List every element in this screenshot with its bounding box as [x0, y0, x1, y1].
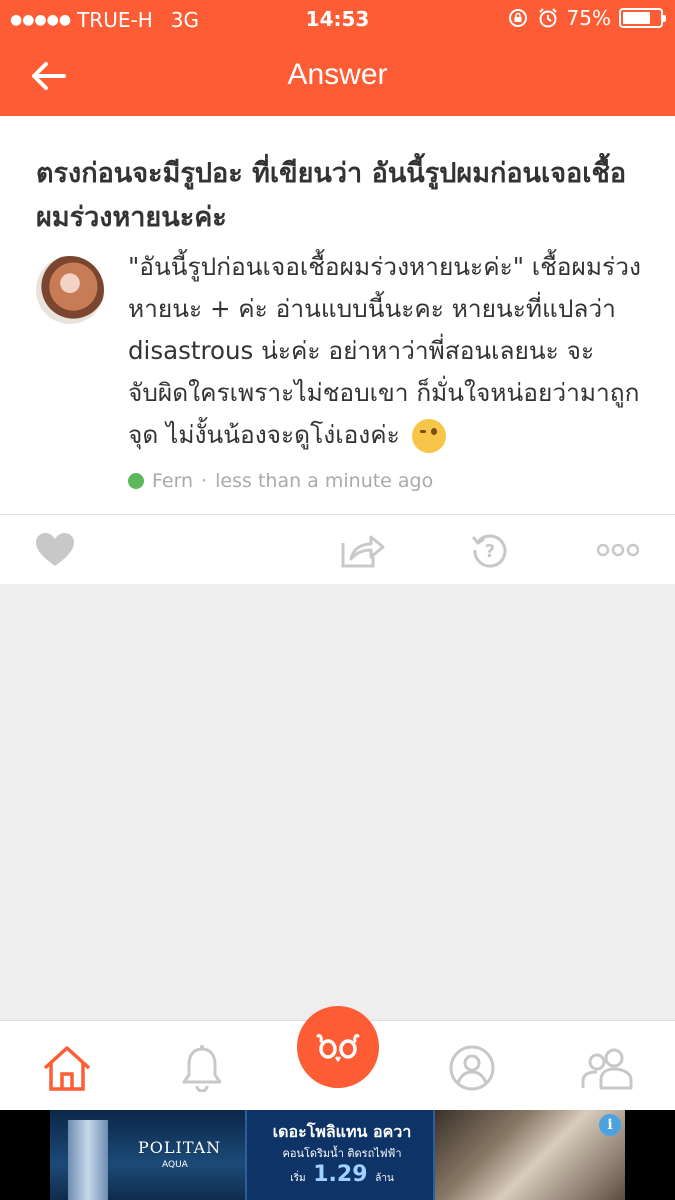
battery-level [623, 12, 650, 24]
more-button[interactable] [588, 515, 648, 585]
tab-profile[interactable] [437, 1033, 507, 1103]
ad-brand-panel: POLITAN AQUA [50, 1110, 245, 1200]
svg-text:?: ? [485, 541, 495, 562]
app-header: ●●●●● TRUE-H 3G 14:53 75% Answer [0, 0, 675, 116]
battery-percent: 75% [566, 6, 611, 30]
mascot-icon [316, 1034, 360, 1062]
answer-card: ตรงก่อนจะมีรูปอะ ที่เขียนว่า อันนี้รูปผม… [0, 116, 675, 514]
status-bar: ●●●●● TRUE-H 3G 14:53 75% [0, 0, 675, 38]
home-icon [43, 1046, 91, 1091]
ad-subline: คอนโดริมน้ำ ติดรถไฟฟ้า [282, 1147, 402, 1160]
ad-brand: POLITAN [138, 1138, 222, 1157]
heart-icon [36, 533, 74, 566]
ad-banner[interactable]: POLITAN AQUA เดอะโพลิแทน อควา คอนโดริมน้… [50, 1110, 625, 1200]
winking-face-icon [411, 419, 446, 453]
ad-price-row: เริ่ม 1.29 ล้าน [247, 1162, 437, 1187]
bell-icon [182, 1045, 222, 1092]
ad-banner-area: POLITAN AQUA เดอะโพลิแทน อควา คอนโดริมน้… [0, 1110, 675, 1200]
online-status-dot [128, 473, 144, 489]
page-title: Answer [287, 58, 388, 91]
history-icon: ? [471, 534, 507, 568]
answer-body: "อันนี้รูปก่อนเจอเชื้อผมร่วงหายนะค่ะ" เช… [128, 246, 648, 456]
ad-building-image [68, 1120, 108, 1200]
ad-brand-sub: AQUA [162, 1160, 188, 1170]
time-ago: less than a minute ago [215, 470, 434, 492]
share-button[interactable] [332, 515, 392, 585]
ad-price-prefix: เริ่ม [290, 1173, 306, 1184]
history-button[interactable]: ? [460, 515, 520, 585]
tab-notifications[interactable] [167, 1033, 237, 1103]
question-text: ตรงก่อนจะมีรูปอะ ที่เขียนว่า อันนี้รูปผม… [36, 158, 627, 233]
share-icon [341, 535, 385, 568]
ad-info-icon[interactable]: i [599, 1114, 621, 1136]
like-button[interactable] [25, 515, 85, 585]
ad-headline: เดอะโพลิแทน อควา [272, 1122, 412, 1141]
action-bar: ? [0, 514, 675, 584]
ad-text-panel: เดอะโพลิแทน อควา คอนโดริมน้ำ ติดรถไฟฟ้า … [245, 1110, 435, 1200]
friends-icon [581, 1048, 633, 1090]
avatar[interactable] [36, 256, 104, 324]
answer-meta: Fern · less than a minute ago [128, 470, 433, 492]
meta-separator: · [201, 470, 208, 492]
ad-price: 1.29 [313, 1162, 368, 1187]
profile-icon [449, 1045, 495, 1091]
tab-mascot[interactable] [297, 1006, 379, 1088]
answer-text: "อันนี้รูปก่อนเจอเชื้อผมร่วงหายนะค่ะ" เช… [128, 252, 641, 449]
battery-icon [619, 8, 666, 28]
alarm-icon [538, 8, 557, 28]
author-name[interactable]: Fern [152, 470, 193, 492]
ad-interior-image: i [435, 1110, 625, 1200]
ad-price-suffix: ล้าน [375, 1173, 394, 1184]
status-right: 75% [507, 6, 666, 30]
more-icon [597, 543, 639, 557]
tab-home[interactable] [32, 1033, 102, 1103]
nav-bar: Answer [0, 38, 675, 116]
tab-friends[interactable] [572, 1033, 642, 1103]
rotation-lock-icon [508, 9, 527, 27]
